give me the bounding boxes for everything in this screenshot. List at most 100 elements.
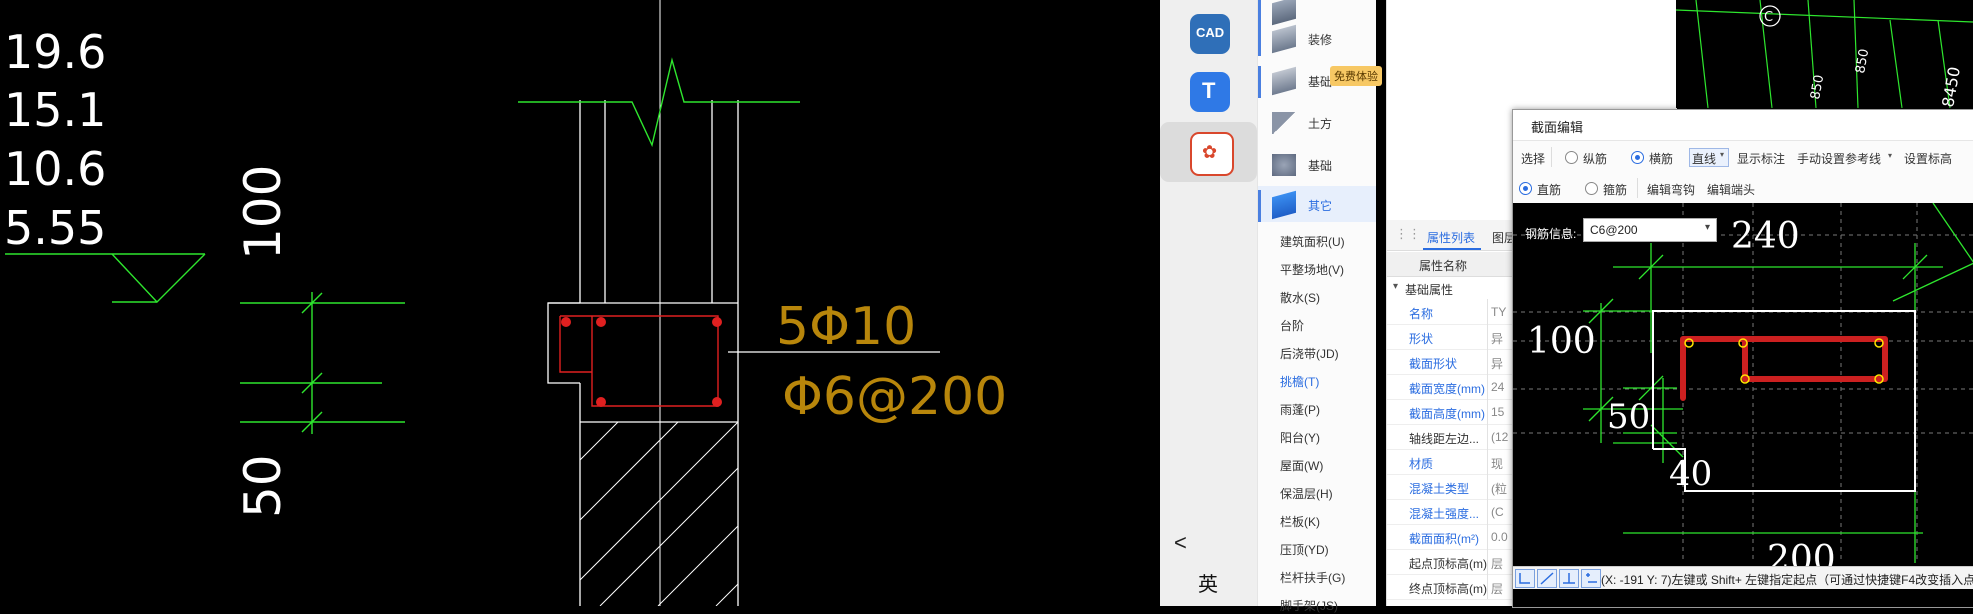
free-trial-badge[interactable]: 免费体验	[1330, 66, 1382, 86]
edit-end-button[interactable]: 编辑端头	[1707, 181, 1755, 198]
tool-app-icon[interactable]: ✿	[1190, 132, 1234, 176]
trans-bar-label: 横筋	[1649, 152, 1674, 166]
dim-mid-50: 50	[1607, 397, 1650, 437]
rebar-info-select[interactable]: C6@200 ▾	[1583, 218, 1717, 242]
sub-item-railing[interactable]: 栏杆扶手(G)	[1280, 569, 1345, 586]
dim-left-100: 100	[1527, 321, 1596, 362]
dialog-title: 截面编辑	[1531, 120, 1584, 135]
break-line	[518, 57, 800, 148]
stirrup-radio[interactable]	[1585, 182, 1598, 195]
sub-item-insulation[interactable]: 保温层(H)	[1280, 485, 1333, 502]
app-launcher-strip: CAD T ✿ < 英	[1160, 0, 1257, 606]
sub-item-canopy[interactable]: 雨蓬(P)	[1280, 401, 1320, 418]
concrete-hatch	[579, 421, 739, 606]
sub-item-roof[interactable]: 屋面(W)	[1280, 457, 1323, 474]
collapse-icon: ▾	[1393, 281, 1399, 292]
prop-value[interactable]: (C	[1491, 505, 1504, 519]
dim-text-100: 100	[234, 165, 292, 260]
nav-label-earthwork: 土方	[1308, 117, 1333, 131]
sub-item-site-leveling[interactable]: 平整场地(V)	[1280, 261, 1344, 278]
rebar-label-stirrup: Φ6@200	[782, 367, 1007, 427]
cad-canvas-right[interactable]: C 8450 850 850	[1675, 0, 1973, 109]
dim-8450: 8450	[1938, 65, 1964, 108]
prop-value[interactable]: 异	[1491, 355, 1503, 372]
nav-category-other[interactable]: 其它	[1258, 186, 1376, 222]
ime-indicator[interactable]: 英	[1198, 568, 1218, 597]
section-editor-dialog: 截面编辑 选择 纵筋 横筋 直线 ▾ 显示标注 手动设置参考线 ▾ 设置标高 直…	[1512, 109, 1973, 608]
prop-key: 截面宽度(mm)	[1409, 382, 1485, 396]
editor-toolbar-secondary: 直筋 箍筋 编辑弯钩 编辑端头	[1513, 173, 1973, 204]
prop-key: 名称	[1409, 307, 1434, 321]
prop-value[interactable]: 层	[1491, 555, 1503, 572]
prop-value[interactable]: 24	[1491, 380, 1504, 394]
prop-value[interactable]: 层	[1491, 580, 1503, 597]
manual-ref-button[interactable]: 手动设置参考线	[1797, 150, 1881, 167]
prop-key: 截面高度(mm)	[1409, 407, 1485, 421]
trans-bar-radio[interactable]	[1631, 151, 1644, 164]
prop-key: 混凝土强度...	[1409, 507, 1480, 521]
nav-category-foundation[interactable]: 基础	[1258, 146, 1376, 182]
nav-category-earthwork[interactable]: 土方	[1258, 104, 1376, 140]
t-app-icon[interactable]: T	[1190, 72, 1230, 112]
dropdown-icon: ▾	[1704, 222, 1710, 233]
prop-value[interactable]: 异	[1491, 330, 1503, 347]
prop-value[interactable]: TY	[1491, 305, 1506, 319]
prop-key: 材质	[1409, 457, 1434, 471]
edit-hook-button[interactable]: 编辑弯钩	[1647, 181, 1695, 198]
dim-top-240: 240	[1731, 216, 1800, 257]
set-elevation-button[interactable]: 设置标高	[1904, 150, 1952, 167]
section-drawing[interactable]: 240 100 50 40 200	[1513, 202, 1973, 607]
elevation-3: 10.6	[4, 142, 106, 196]
select-tool[interactable]: 选择	[1521, 150, 1545, 167]
axis-label: C	[1764, 10, 1773, 25]
dim-low-40: 40	[1669, 454, 1712, 494]
dropdown-icon[interactable]: ▾	[1888, 151, 1892, 160]
cad-drawing-right[interactable]: C 8450 850 850	[1675, 0, 1973, 109]
tab-property-list[interactable]: 属性列表	[1427, 229, 1475, 246]
cubes-icon	[1272, 154, 1296, 176]
stack-icon	[1272, 190, 1296, 220]
cad-drawing-left[interactable]: 19.6 15.1 10.6 5.55 100 50 5Φ10 Φ6@200	[0, 0, 1160, 606]
line-mode-select[interactable]: 直线 ▾	[1689, 148, 1729, 167]
offset-toggle-icon[interactable]	[1581, 569, 1601, 588]
collapse-chevron-icon[interactable]: <	[1174, 530, 1187, 556]
ortho-toggle-icon[interactable]	[1515, 569, 1535, 588]
sub-item-steps[interactable]: 台阶	[1280, 317, 1304, 334]
sub-item-post-pour[interactable]: 后浇带(JD)	[1280, 345, 1339, 362]
long-bar-label: 纵筋	[1583, 152, 1608, 166]
prop-value[interactable]: 0.0	[1491, 530, 1508, 544]
foundation-icon	[1272, 66, 1296, 96]
sub-item-parapet[interactable]: 栏板(K)	[1280, 513, 1320, 530]
sub-item-coping[interactable]: 压顶(YD)	[1280, 541, 1329, 558]
straight-bar-radio[interactable]	[1519, 182, 1532, 195]
show-dim-button[interactable]: 显示标注	[1737, 150, 1785, 167]
drag-handle-icon[interactable]: ⋮⋮	[1395, 226, 1421, 242]
prop-value[interactable]: 15	[1491, 405, 1504, 419]
nav-label-decoration: 装修	[1308, 33, 1333, 47]
line-toggle-icon[interactable]	[1537, 569, 1557, 588]
elevation-marker	[5, 253, 206, 304]
prop-value[interactable]: (粒	[1491, 480, 1507, 497]
sub-item-building-area[interactable]: 建筑面积(U)	[1280, 233, 1345, 250]
sub-item-apron[interactable]: 散水(S)	[1280, 289, 1320, 306]
rebar-info-label: 钢筋信息:	[1525, 227, 1577, 241]
prop-value[interactable]: 现	[1491, 455, 1503, 472]
rebar-dots	[561, 317, 722, 407]
toolbar-divider	[1551, 147, 1552, 167]
prop-key: 截面面积(m²)	[1409, 532, 1479, 546]
straight-bar-label: 直筋	[1537, 183, 1562, 197]
prop-key: 终点顶标高(m)	[1409, 582, 1487, 596]
cad-canvas-left[interactable]: 19.6 15.1 10.6 5.55 100 50 5Φ10 Φ6@200	[0, 0, 1160, 606]
sub-item-eave[interactable]: 挑檐(T)	[1280, 373, 1319, 390]
perpendicular-toggle-icon[interactable]	[1559, 569, 1579, 588]
beam-outline	[547, 302, 739, 606]
sub-item-balcony[interactable]: 阳台(Y)	[1280, 429, 1320, 446]
prop-value[interactable]: (12	[1491, 430, 1508, 444]
long-bar-radio[interactable]	[1565, 151, 1578, 164]
nav-category-decoration[interactable]: 装修	[1258, 20, 1376, 56]
dim-850-a: 850	[1853, 48, 1872, 75]
dim-text-50: 50	[234, 454, 292, 518]
cad-app-icon[interactable]: CAD	[1190, 14, 1230, 54]
section-canvas[interactable]: 240 100 50 40 200	[1513, 202, 1973, 607]
stirrup-label: 箍筋	[1603, 183, 1628, 197]
